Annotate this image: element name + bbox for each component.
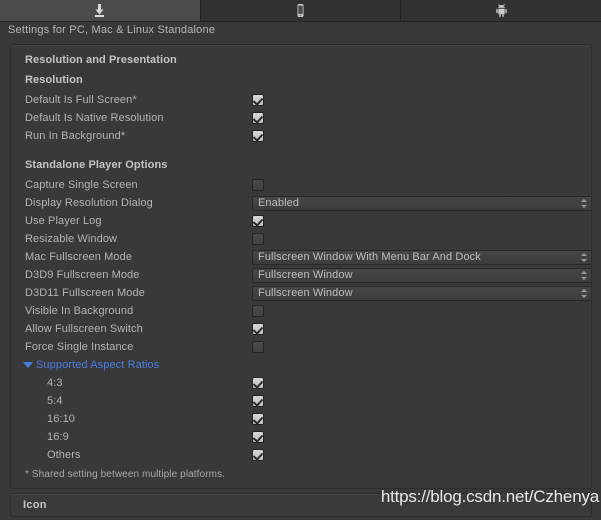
- row-use-player-log: Use Player Log: [11, 212, 591, 230]
- checkbox-allow-fullscreen-switch[interactable]: [252, 323, 264, 335]
- standalone-download-icon: [92, 3, 107, 18]
- up-down-arrow-icon: [581, 252, 588, 263]
- label-d3d11-fullscreen-mode: D3D11 Fullscreen Mode: [25, 287, 252, 299]
- label-use-player-log: Use Player Log: [25, 215, 252, 227]
- dropdown-value: Fullscreen Window: [258, 269, 581, 281]
- checkbox-visible-in-background[interactable]: [252, 305, 264, 317]
- label-aspect-4-3: 4:3: [25, 377, 252, 389]
- row-display-resolution-dialog: Display Resolution Dialog Enabled: [11, 194, 591, 212]
- row-force-single-instance: Force Single Instance: [11, 338, 591, 356]
- section-icon[interactable]: Icon: [10, 493, 592, 517]
- section-resolution-and-presentation: Resolution and Presentation: [11, 51, 591, 71]
- row-aspect-others: Others: [11, 446, 591, 464]
- dropdown-value: Fullscreen Window With Menu Bar And Dock: [258, 251, 581, 263]
- foldout-label: Supported Aspect Ratios: [36, 359, 159, 371]
- up-down-arrow-icon: [581, 198, 588, 209]
- row-aspect-16-9: 16:9: [11, 428, 591, 446]
- label-default-is-native-resolution: Default Is Native Resolution: [25, 112, 252, 124]
- row-resizable-window: Resizable Window: [11, 230, 591, 248]
- checkbox-aspect-others[interactable]: [252, 449, 264, 461]
- dropdown-d3d9-fullscreen-mode[interactable]: Fullscreen Window: [252, 268, 592, 283]
- android-robot-icon: [494, 3, 509, 18]
- label-resizable-window: Resizable Window: [25, 233, 252, 245]
- row-allow-fullscreen-switch: Allow Fullscreen Switch: [11, 320, 591, 338]
- tab-android[interactable]: [401, 0, 601, 21]
- dropdown-value: Fullscreen Window: [258, 287, 581, 299]
- label-force-single-instance: Force Single Instance: [25, 341, 252, 353]
- label-d3d9-fullscreen-mode: D3D9 Fullscreen Mode: [25, 269, 252, 281]
- tab-ios[interactable]: [201, 0, 402, 21]
- subsection-resolution: Resolution: [11, 71, 591, 91]
- label-visible-in-background: Visible In Background: [25, 305, 252, 317]
- checkbox-default-is-full-screen[interactable]: [252, 94, 264, 106]
- iphone-icon: [293, 3, 308, 18]
- settings-title: Settings for PC, Mac & Linux Standalone: [0, 22, 601, 42]
- label-default-is-full-screen: Default Is Full Screen*: [25, 94, 252, 106]
- row-mac-fullscreen-mode: Mac Fullscreen Mode Fullscreen Window Wi…: [11, 248, 591, 266]
- label-aspect-16-9: 16:9: [25, 431, 252, 443]
- checkbox-force-single-instance[interactable]: [252, 341, 264, 353]
- row-aspect-5-4: 5:4: [11, 392, 591, 410]
- checkbox-aspect-4-3[interactable]: [252, 377, 264, 389]
- foldout-supported-aspect-ratios[interactable]: Supported Aspect Ratios: [11, 356, 591, 374]
- row-aspect-4-3: 4:3: [11, 374, 591, 392]
- label-allow-fullscreen-switch: Allow Fullscreen Switch: [25, 323, 252, 335]
- row-spacer: [11, 145, 591, 156]
- row-d3d9-fullscreen-mode: D3D9 Fullscreen Mode Fullscreen Window: [11, 266, 591, 284]
- row-aspect-16-10: 16:10: [11, 410, 591, 428]
- label-run-in-background: Run In Background*: [25, 130, 252, 142]
- label-mac-fullscreen-mode: Mac Fullscreen Mode: [25, 251, 252, 263]
- triangle-down-icon: [23, 362, 33, 368]
- dropdown-value: Enabled: [258, 197, 581, 209]
- checkbox-run-in-background[interactable]: [252, 130, 264, 142]
- row-capture-single-screen: Capture Single Screen: [11, 176, 591, 194]
- dropdown-display-resolution-dialog[interactable]: Enabled: [252, 196, 592, 211]
- checkbox-aspect-5-4[interactable]: [252, 395, 264, 407]
- row-visible-in-background: Visible In Background: [11, 302, 591, 320]
- label-display-resolution-dialog: Display Resolution Dialog: [25, 197, 252, 209]
- checkbox-capture-single-screen[interactable]: [252, 179, 264, 191]
- checkbox-resizable-window[interactable]: [252, 233, 264, 245]
- settings-rows: Resolution and Presentation Resolution D…: [11, 45, 591, 464]
- checkbox-aspect-16-10[interactable]: [252, 413, 264, 425]
- platform-tab-bar: [0, 0, 601, 22]
- subsection-standalone-player-options: Standalone Player Options: [11, 156, 591, 176]
- dropdown-d3d11-fullscreen-mode[interactable]: Fullscreen Window: [252, 286, 592, 301]
- row-default-is-full-screen: Default Is Full Screen*: [11, 91, 591, 109]
- label-aspect-others: Others: [25, 449, 252, 461]
- dropdown-mac-fullscreen-mode[interactable]: Fullscreen Window With Menu Bar And Dock: [252, 250, 592, 265]
- tab-standalone[interactable]: [0, 0, 201, 21]
- checkbox-aspect-16-9[interactable]: [252, 431, 264, 443]
- shared-setting-footnote: * Shared setting between multiple platfo…: [25, 469, 225, 480]
- up-down-arrow-icon: [581, 270, 588, 281]
- label-capture-single-screen: Capture Single Screen: [25, 179, 252, 191]
- section-icon-label: Icon: [23, 499, 47, 511]
- checkbox-default-is-native-resolution[interactable]: [252, 112, 264, 124]
- label-aspect-16-10: 16:10: [25, 413, 252, 425]
- up-down-arrow-icon: [581, 288, 588, 299]
- unity-player-settings-window: Settings for PC, Mac & Linux Standalone …: [0, 0, 601, 520]
- checkbox-use-player-log[interactable]: [252, 215, 264, 227]
- row-run-in-background: Run In Background*: [11, 127, 591, 145]
- row-d3d11-fullscreen-mode: D3D11 Fullscreen Mode Fullscreen Window: [11, 284, 591, 302]
- label-aspect-5-4: 5:4: [25, 395, 252, 407]
- settings-panel: Resolution and Presentation Resolution D…: [10, 44, 592, 489]
- row-default-is-native-resolution: Default Is Native Resolution: [11, 109, 591, 127]
